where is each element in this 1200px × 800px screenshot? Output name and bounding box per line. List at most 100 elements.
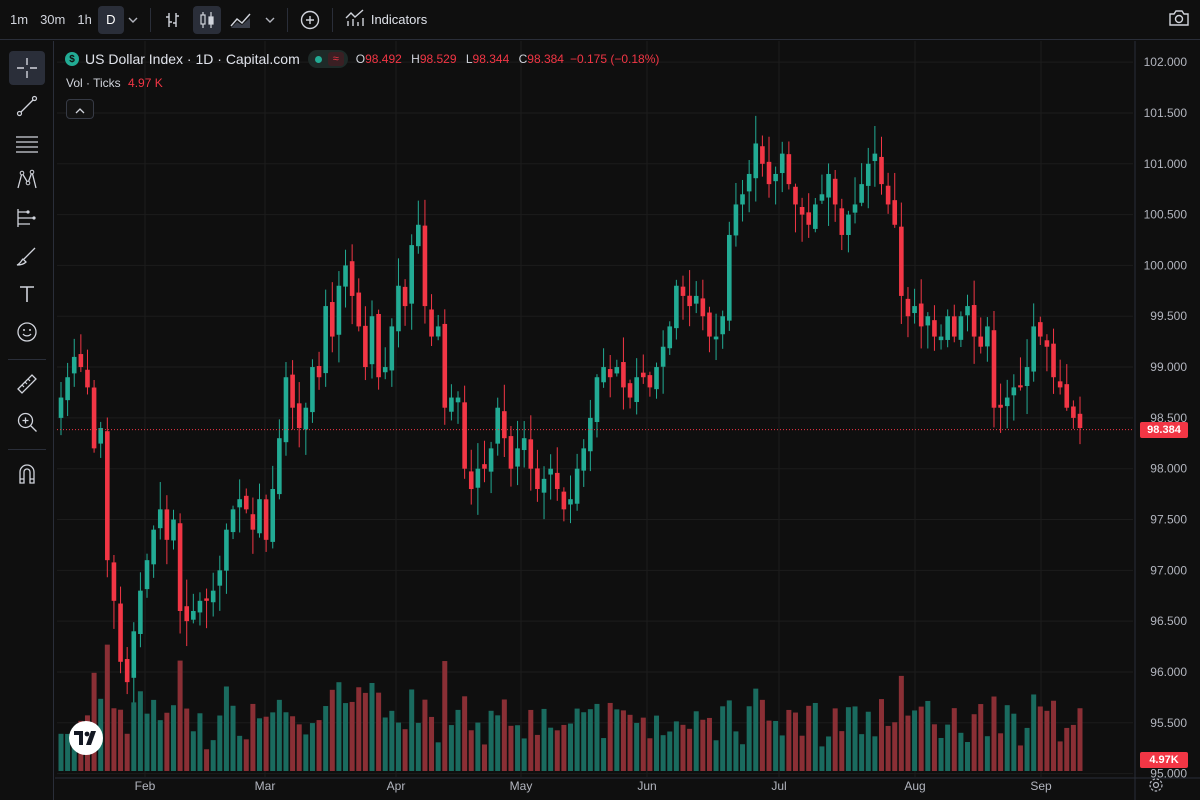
candle-body <box>177 523 183 611</box>
candle-body <box>958 316 964 340</box>
fib-icon[interactable] <box>9 127 45 161</box>
volume-bar <box>726 700 732 771</box>
volume-bar <box>1031 694 1037 771</box>
candle-body <box>634 377 639 402</box>
pattern-icon[interactable] <box>9 163 45 197</box>
candle-body <box>601 367 606 383</box>
candle-body <box>832 178 838 205</box>
last-price-tag: 98.384 <box>1140 421 1188 438</box>
camera-icon[interactable] <box>1168 8 1190 31</box>
indicators-button[interactable]: Indicators <box>341 6 431 34</box>
timeframe-1m[interactable]: 1m <box>4 6 34 34</box>
volume-bar <box>481 744 487 771</box>
volume-bar <box>144 713 150 771</box>
candle-body <box>58 397 64 418</box>
candle-body <box>621 362 626 388</box>
volume-bar <box>898 675 904 771</box>
volume-bar <box>382 717 388 771</box>
candle-body <box>813 204 818 229</box>
volume-bar <box>395 722 401 771</box>
trend-line-icon[interactable] <box>9 89 45 123</box>
chevron-up-icon <box>75 102 85 117</box>
timeframe-d[interactable]: D <box>97 5 124 34</box>
candle-body <box>528 439 534 469</box>
volume-bar <box>607 702 613 771</box>
volume-bar <box>369 682 375 771</box>
volume-bar <box>561 724 567 771</box>
volume-bar <box>210 740 216 771</box>
candle-body <box>535 468 540 490</box>
symbol-title[interactable]: US Dollar Index · 1D · Capital.com <box>85 51 300 67</box>
volume-bar <box>190 731 196 771</box>
volume-bar <box>687 728 693 771</box>
volume-bar <box>786 709 792 771</box>
market-status[interactable]: ≈ <box>307 50 348 68</box>
candle-body <box>422 225 428 307</box>
low-value: 98.344 <box>472 52 510 66</box>
candle-body <box>799 207 805 215</box>
volume-bar <box>521 738 527 771</box>
volume-bar <box>978 704 984 771</box>
text-icon[interactable] <box>9 277 45 311</box>
chevron-down-icon[interactable] <box>124 17 142 23</box>
volume-bar <box>706 717 712 771</box>
candle-body <box>548 468 553 475</box>
volume-bar <box>627 714 633 771</box>
candle-body <box>779 153 785 174</box>
x-tick-label: Sep <box>1030 779 1052 793</box>
volume-bar <box>118 709 124 771</box>
chart-pane[interactable]: 102.000 101.500 101.000 100.500 100.000 99.50… <box>55 41 1200 800</box>
brush-icon[interactable] <box>9 239 45 273</box>
chart-type-chevron-icon[interactable] <box>261 17 279 23</box>
volume-bar <box>343 703 349 771</box>
volume-bar <box>912 710 918 771</box>
volume-bar <box>746 706 752 771</box>
settings-icon[interactable] <box>1148 777 1164 796</box>
collapse-legend-button[interactable] <box>66 99 94 119</box>
ohlc-values: O98.492 H98.529 L98.344 C98.384 <box>356 52 570 66</box>
volume-bar <box>700 719 706 771</box>
candle-body <box>217 570 223 586</box>
candle-body <box>349 261 355 296</box>
candle-body <box>105 431 110 561</box>
candle-body <box>753 143 759 179</box>
plus-circle-icon[interactable] <box>296 6 324 34</box>
candle-body <box>713 336 719 340</box>
candle-body <box>607 369 613 378</box>
volume-bar <box>965 742 971 771</box>
candle-body <box>905 298 911 317</box>
tradingview-logo[interactable] <box>69 721 103 755</box>
magnet-icon[interactable] <box>9 457 45 491</box>
ruler-icon[interactable] <box>9 367 45 401</box>
volume-bar <box>455 709 461 771</box>
volume-bar <box>422 699 428 771</box>
candle-body <box>1031 326 1036 372</box>
projection-icon[interactable] <box>9 201 45 235</box>
timeframe-1h[interactable]: 1h <box>71 6 97 34</box>
candle-body <box>224 529 229 571</box>
candle-body <box>502 411 507 439</box>
zoom-in-icon[interactable] <box>9 405 45 439</box>
timeframe-30m[interactable]: 30m <box>34 6 71 34</box>
candle-body <box>482 464 487 469</box>
volume-bar <box>832 708 838 771</box>
candle-body <box>449 397 454 412</box>
emoji-icon[interactable] <box>9 315 45 349</box>
volume-bar <box>1044 710 1050 771</box>
volume-bar <box>779 735 785 771</box>
candle-body <box>171 519 176 541</box>
volume-bar <box>951 708 957 771</box>
candle-body <box>680 286 686 296</box>
candle-body <box>839 208 845 235</box>
x-tick-label: May <box>510 779 533 793</box>
price-chart[interactable]: 102.000 101.500 101.000 100.500 100.000 99.50… <box>55 41 1200 800</box>
bar-chart-icon[interactable] <box>159 6 187 34</box>
candles-icon[interactable] <box>192 5 221 34</box>
candle-body <box>316 366 322 378</box>
volume-bar <box>925 700 931 771</box>
area-chart-icon[interactable] <box>227 6 255 34</box>
indicators-label: Indicators <box>370 12 428 27</box>
x-tick-label: Aug <box>904 779 925 793</box>
crosshair-icon[interactable] <box>9 51 45 85</box>
candle-body <box>561 491 567 510</box>
